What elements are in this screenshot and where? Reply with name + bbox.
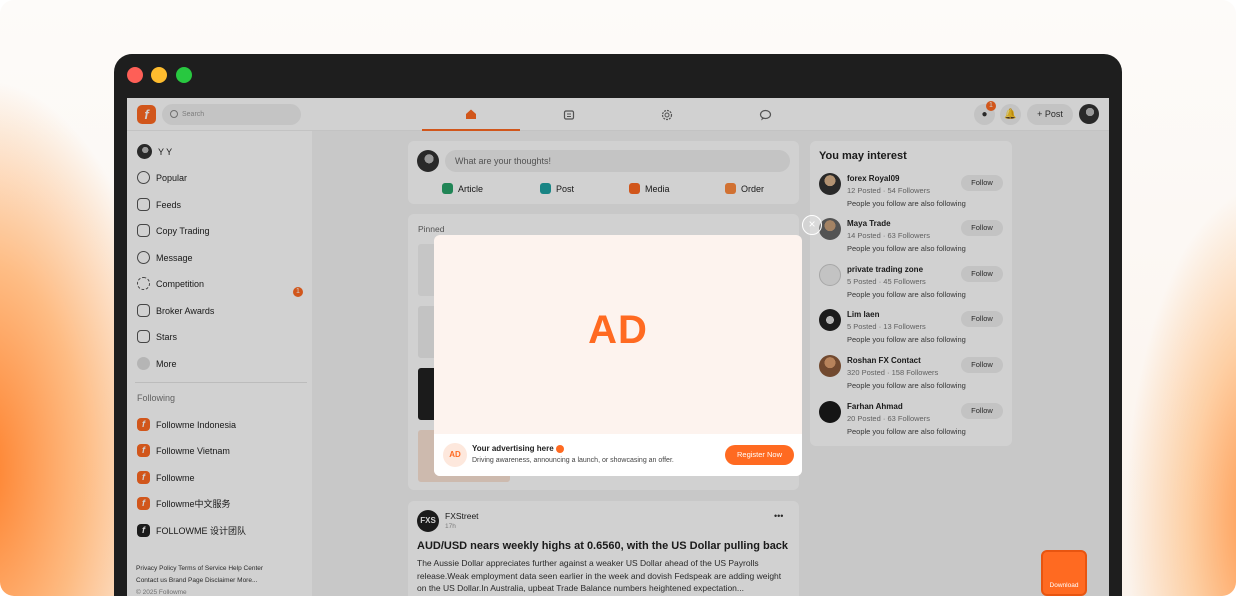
ad-footer: AD Your advertising here Driving awarene… bbox=[434, 434, 802, 476]
register-now-button[interactable]: Register Now bbox=[725, 445, 794, 465]
ad-modal: AD AD Your advertising here Driving awar… bbox=[434, 235, 802, 476]
download-button[interactable]: Download bbox=[1041, 550, 1087, 596]
ad-logo: AD bbox=[443, 443, 467, 467]
minimize-window-button[interactable] bbox=[151, 67, 167, 83]
ad-description: Driving awareness, announcing a launch, … bbox=[472, 457, 674, 464]
ad-title-text: Your advertising here bbox=[472, 444, 554, 453]
close-window-button[interactable] bbox=[127, 67, 143, 83]
verified-icon bbox=[555, 444, 564, 453]
ad-banner-text[interactable]: AD bbox=[434, 308, 802, 353]
maximize-window-button[interactable] bbox=[176, 67, 192, 83]
close-ad-button[interactable]: × bbox=[802, 215, 822, 235]
app-screen: f Search ● 1 🔔 + Post Y Y Popular Feeds … bbox=[127, 98, 1109, 596]
ad-title: Your advertising here bbox=[472, 444, 564, 453]
